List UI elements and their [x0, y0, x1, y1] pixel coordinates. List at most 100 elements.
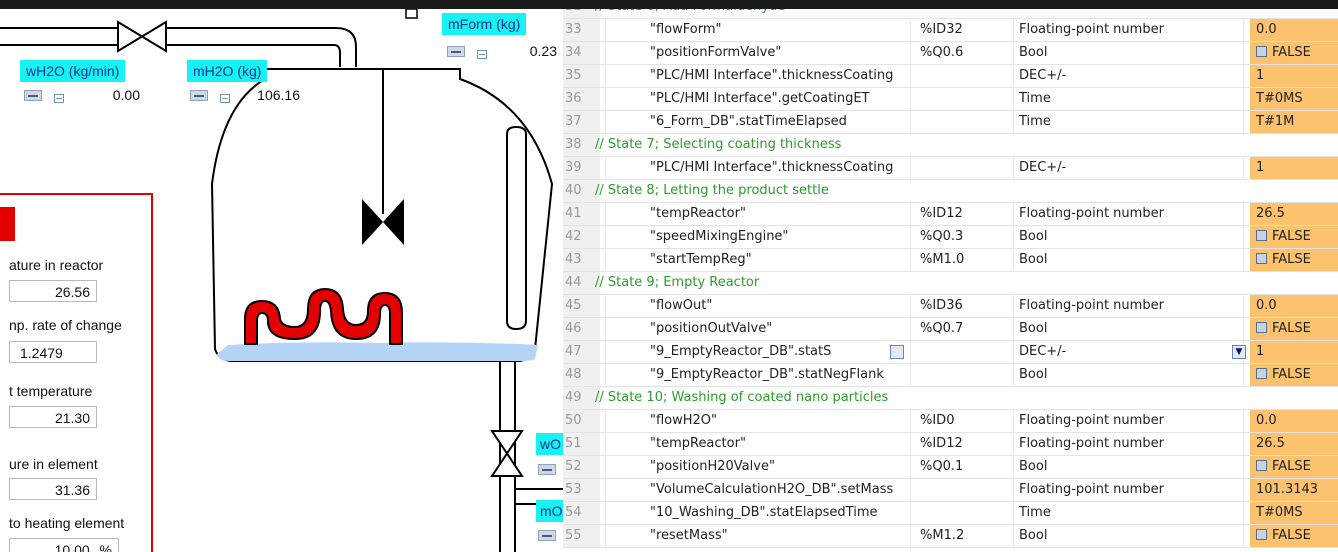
display-format[interactable]: Floating-point number [1019, 410, 1164, 432]
address[interactable]: %ID0 [920, 410, 954, 432]
variable-name[interactable]: "6_Form_DB".statTimeElapsed [650, 111, 847, 133]
table-row[interactable]: 41 "tempReactor" %ID12 Floating-point numbe… [563, 203, 1338, 226]
table-row[interactable]: 49// State 10; Washing of coated nano pa… [563, 387, 1338, 410]
checkbox-icon[interactable] [1256, 322, 1267, 333]
variable-name[interactable]: "flowOut" [650, 295, 712, 317]
display-format[interactable]: Floating-point number [1019, 19, 1164, 41]
monitor-value[interactable]: 0.0 [1250, 295, 1338, 317]
variable-name[interactable]: "PLC/HMI Interface".thicknessCoating [650, 65, 893, 87]
mh2o-display[interactable]: 106.16 [190, 85, 300, 107]
minus-icon[interactable] [190, 90, 208, 101]
display-format[interactable]: Time [1019, 111, 1051, 133]
minus-icon[interactable] [538, 530, 556, 541]
table-row[interactable]: 39 "PLC/HMI Interface".thicknessCoating DE… [563, 157, 1338, 180]
address[interactable]: %M1.0 [920, 249, 964, 271]
display-format[interactable]: Floating-point number [1019, 203, 1164, 225]
table-row[interactable]: 35 "PLC/HMI Interface".thicknessCoating DE… [563, 65, 1338, 88]
monitor-value[interactable]: FALSE [1250, 42, 1338, 64]
monitor-value[interactable]: FALSE [1250, 525, 1338, 547]
display-format[interactable]: Bool [1019, 226, 1047, 248]
address[interactable]: %ID12 [920, 203, 963, 225]
table-row[interactable]: 34 "positionFormValve" %Q0.6 Bool FALSE [563, 42, 1338, 65]
checkbox-icon[interactable] [1256, 368, 1267, 379]
table-row[interactable]: 38// State 7; Selecting coating thicknes… [563, 134, 1338, 157]
display-format[interactable]: Bool [1019, 456, 1047, 478]
table-row[interactable]: 45 "flowOut" %ID36 Floating-point number 0.0 [563, 295, 1338, 318]
display-format[interactable]: Bool [1019, 42, 1047, 64]
display-format[interactable]: Floating-point number [1019, 479, 1164, 501]
select-icon[interactable] [890, 345, 904, 359]
display-format[interactable]: DEC+/- [1019, 157, 1066, 179]
table-row[interactable]: 50 "flowH2O" %ID0 Floating-point number 0.0 [563, 410, 1338, 433]
table-row[interactable]: 40// State 8; Letting the product settle [563, 180, 1338, 203]
variable-name[interactable]: "PLC/HMI Interface".thicknessCoating [650, 157, 893, 179]
monitor-value[interactable]: FALSE [1250, 249, 1338, 271]
variable-name[interactable]: "resetMass" [650, 525, 728, 547]
table-row[interactable]: 37 "6_Form_DB".statTimeElapsed Time T#1M [563, 111, 1338, 134]
address[interactable]: %Q0.6 [920, 42, 963, 64]
table-row[interactable]: 46 "positionOutValve" %Q0.7 Bool FALSE [563, 318, 1338, 341]
monitor-value[interactable]: 1 [1250, 157, 1338, 179]
display-format[interactable]: Bool [1019, 525, 1047, 547]
address[interactable]: %Q0.3 [920, 226, 963, 248]
display-format[interactable]: Floating-point number [1019, 433, 1164, 455]
monitor-value[interactable]: T#0MS [1250, 502, 1338, 524]
variable-name[interactable]: "tempReactor" [650, 203, 746, 225]
table-row[interactable]: 55 "resetMass" %M1.2 Bool FALSE [563, 525, 1338, 548]
monitor-value[interactable]: FALSE [1250, 456, 1338, 478]
checkbox-icon[interactable] [1256, 529, 1267, 540]
variable-name[interactable]: "startTempReg" [650, 249, 752, 271]
address[interactable]: %ID12 [920, 433, 963, 455]
monitor-value[interactable]: 101.3143 [1250, 479, 1338, 501]
mo-display[interactable] [538, 525, 563, 547]
display-format[interactable]: Time [1019, 88, 1051, 110]
wh2o-display[interactable]: 0.00 [24, 85, 140, 107]
table-row[interactable]: 47 "9_EmptyReactor_DB".statS DEC+/- ▼ 1 [563, 341, 1338, 364]
monitor-value[interactable]: FALSE [1250, 364, 1338, 386]
monitor-value[interactable]: T#1M [1250, 111, 1338, 133]
variable-name[interactable]: "VolumeCalculationH2O_DB".setMass [650, 479, 893, 501]
dropdown-arrow-icon[interactable]: ▼ [1232, 345, 1246, 359]
out-valve-icon[interactable] [490, 430, 524, 477]
checkbox-icon[interactable] [1256, 460, 1267, 471]
display-format[interactable]: Time [1019, 502, 1051, 524]
minus-icon[interactable] [447, 46, 465, 57]
display-format[interactable]: Bool [1019, 249, 1047, 271]
address[interactable]: %M1.2 [920, 525, 964, 547]
variable-name[interactable]: "speedMixingEngine" [650, 226, 788, 248]
table-row[interactable]: 54 "10_Washing_DB".statElapsedTime Time T#0… [563, 502, 1338, 525]
variable-name[interactable]: "tempReactor" [650, 433, 746, 455]
form-valve-icon[interactable] [117, 20, 167, 53]
display-format[interactable]: Floating-point number [1019, 295, 1164, 317]
table-row[interactable]: 52 "positionH20Valve" %Q0.1 Bool FALSE [563, 456, 1338, 479]
variable-name[interactable]: "positionOutValve" [650, 318, 772, 340]
table-row[interactable]: 44// State 9; Empty Reactor [563, 272, 1338, 295]
monitor-value[interactable]: FALSE [1250, 318, 1338, 340]
address[interactable]: %Q0.1 [920, 456, 963, 478]
monitor-value[interactable]: 1 [1250, 341, 1338, 363]
checkbox-icon[interactable] [1256, 253, 1267, 264]
checkbox-icon[interactable] [1256, 46, 1267, 57]
display-format[interactable]: DEC+/- [1019, 65, 1066, 87]
variable-name[interactable]: "positionFormValve" [650, 42, 781, 64]
address[interactable]: %Q0.7 [920, 318, 963, 340]
checkbox-icon[interactable] [1256, 230, 1267, 241]
monitor-value[interactable]: FALSE [1250, 226, 1338, 248]
table-row[interactable]: 36 "PLC/HMI Interface".getCoatingET Time T#… [563, 88, 1338, 111]
table-row[interactable]: 42 "speedMixingEngine" %Q0.3 Bool FALSE [563, 226, 1338, 249]
variable-name[interactable]: "10_Washing_DB".statElapsedTime [650, 502, 877, 524]
wo-display[interactable] [538, 459, 563, 481]
display-format[interactable]: Bool [1019, 318, 1047, 340]
variable-name[interactable]: "positionH20Valve" [650, 456, 775, 478]
address[interactable]: %ID32 [920, 19, 963, 41]
monitor-value[interactable]: 0.0 [1250, 410, 1338, 432]
address[interactable]: %ID36 [920, 295, 963, 317]
display-format[interactable]: DEC+/- [1019, 341, 1066, 363]
display-format[interactable]: Bool [1019, 364, 1047, 386]
variable-name[interactable]: "9_EmptyReactor_DB".statNegFlank [650, 364, 884, 386]
table-row[interactable]: 48 "9_EmptyReactor_DB".statNegFlank Bool FA… [563, 364, 1338, 387]
table-row[interactable]: 33 "flowForm" %ID32 Floating-point number 0.… [563, 19, 1338, 42]
variable-name[interactable]: "flowForm" [650, 19, 721, 41]
minus-icon[interactable] [538, 464, 556, 475]
table-row[interactable]: 51 "tempReactor" %ID12 Floating-point numbe… [563, 433, 1338, 456]
